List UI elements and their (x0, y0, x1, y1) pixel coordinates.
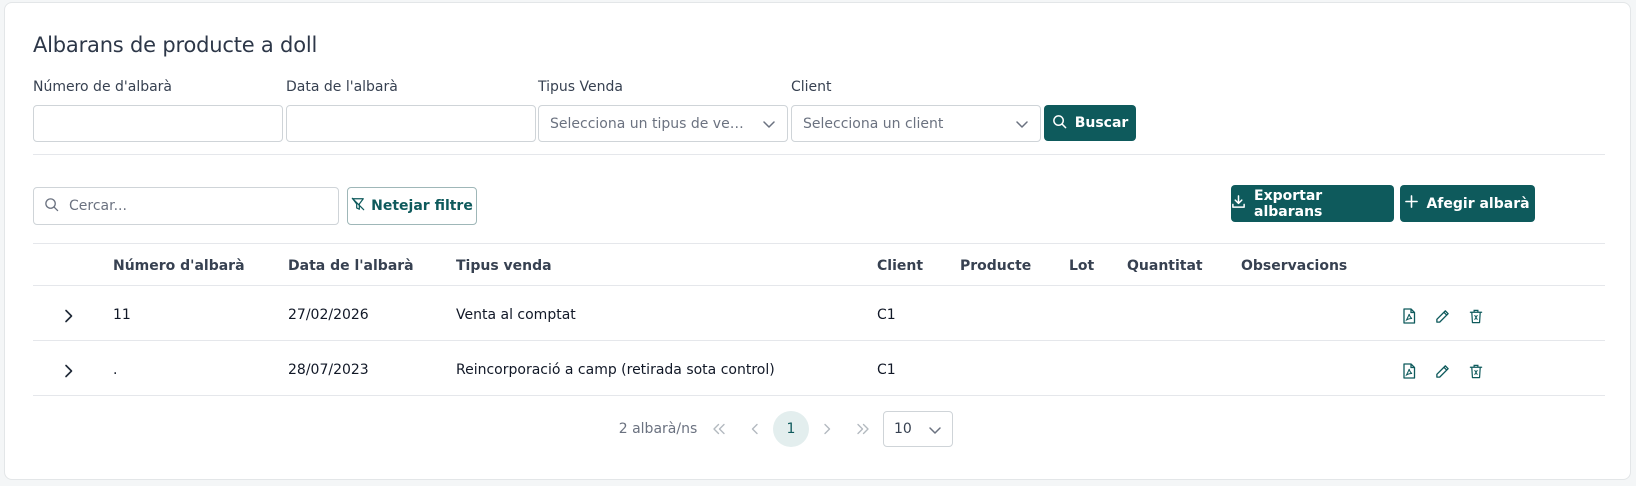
col-data[interactable]: Data de l'albarà (288, 258, 414, 274)
buscar-label: Buscar (1074, 115, 1129, 131)
chevron-down-icon (1004, 117, 1040, 131)
tipus-venda-placeholder: Selecciona un tipus de venda (550, 115, 751, 132)
export-button[interactable]: Exportar albarans (1231, 185, 1394, 222)
file-pdf-icon[interactable] (1400, 307, 1418, 325)
data-filter-input[interactable] (286, 105, 536, 142)
chevrons-left-icon[interactable] (701, 411, 737, 447)
filters-divider (33, 154, 1605, 155)
col-lot[interactable]: Lot (1069, 258, 1094, 274)
search-placeholder: Cercar... (69, 198, 127, 214)
chevrons-right-icon[interactable] (845, 411, 881, 447)
numero-filter-label: Número de d'albarà (33, 79, 173, 95)
filter-off-icon (351, 197, 365, 215)
col-client[interactable]: Client (877, 258, 923, 274)
header-bottom-border (33, 285, 1605, 286)
clear-filter-button[interactable]: Netejar filtre (347, 187, 477, 225)
chevron-left-icon[interactable] (737, 411, 773, 447)
cell-data: 27/02/2026 (288, 307, 369, 323)
col-quantitat[interactable]: Quantitat (1127, 258, 1203, 274)
chevron-right-icon[interactable] (809, 411, 845, 447)
chevron-down-icon (751, 117, 787, 131)
tipus-venda-select[interactable]: Selecciona un tipus de venda (538, 105, 788, 142)
col-tipus[interactable]: Tipus venda (456, 258, 552, 274)
col-producte[interactable]: Producte (960, 258, 1031, 274)
search-input[interactable]: Cercar... (33, 187, 339, 225)
cell-data: 28/07/2023 (288, 362, 369, 378)
add-albara-button[interactable]: Afegir albarà (1400, 185, 1535, 222)
row-divider (33, 340, 1605, 341)
buscar-button[interactable]: Buscar (1044, 105, 1136, 141)
cell-numero: 11 (113, 307, 131, 323)
cell-numero: . (113, 362, 118, 378)
cell-tipus: Venta al comptat (456, 307, 576, 323)
numero-filter-input[interactable] (33, 105, 283, 142)
clear-filter-label: Netejar filtre (371, 198, 473, 214)
pencil-icon[interactable] (1433, 362, 1451, 380)
page-title: Albarans de producte a doll (33, 33, 318, 57)
page-button-current[interactable]: 1 (773, 411, 809, 447)
client-filter-label: Client (791, 79, 832, 95)
pencil-icon[interactable] (1433, 307, 1451, 325)
search-icon (44, 197, 59, 216)
client-placeholder: Selecciona un client (803, 115, 944, 132)
chevron-right-icon[interactable] (61, 308, 77, 324)
data-filter-label: Data de l'albarà (286, 79, 398, 95)
plus-icon (1405, 195, 1419, 212)
tipus-filter-label: Tipus Venda (538, 79, 623, 95)
chevron-down-icon (928, 423, 942, 441)
add-label: Afegir albarà (1426, 195, 1530, 212)
main-card: Albarans de producte a doll Número de d'… (4, 2, 1631, 480)
page-size-select[interactable]: 10 (883, 411, 953, 447)
file-pdf-icon[interactable] (1400, 362, 1418, 380)
cell-client: C1 (877, 307, 896, 323)
export-label: Exportar albarans (1254, 187, 1323, 220)
table-bottom-border (33, 395, 1605, 396)
search-icon (1052, 114, 1067, 133)
chevron-right-icon[interactable] (61, 363, 77, 379)
page-size-value: 10 (894, 421, 912, 437)
client-select[interactable]: Selecciona un client (791, 105, 1041, 142)
col-observacions[interactable]: Observacions (1241, 258, 1347, 274)
cell-tipus: Reincorporació a camp (retirada sota con… (456, 362, 775, 378)
download-icon (1231, 194, 1246, 213)
trash-icon[interactable] (1467, 362, 1485, 380)
table-top-border (33, 243, 1605, 244)
cell-client: C1 (877, 362, 896, 378)
trash-icon[interactable] (1467, 307, 1485, 325)
col-numero[interactable]: Número d'albarà (113, 258, 245, 274)
pagination-total: 2 albarà/ns (618, 421, 698, 437)
